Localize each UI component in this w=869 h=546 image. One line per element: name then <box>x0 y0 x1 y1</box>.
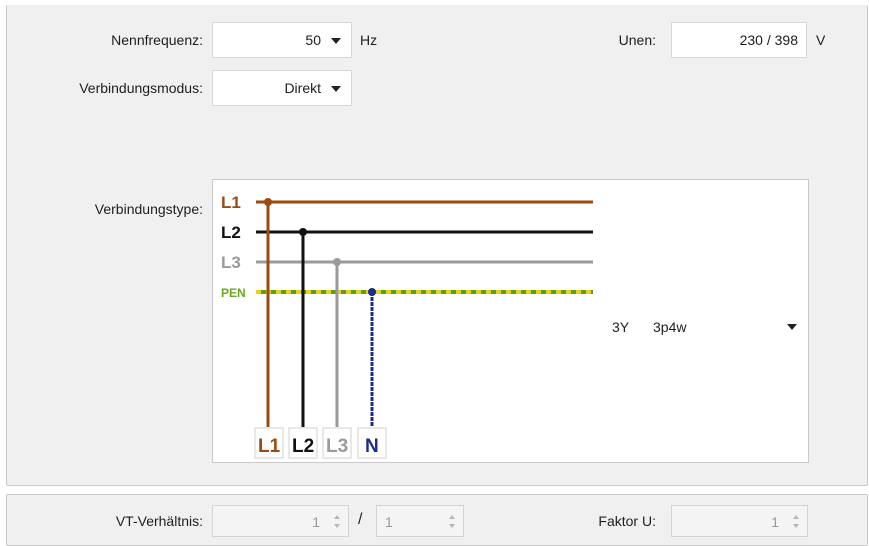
wire-label-l1: L1 <box>221 193 241 212</box>
spin-down-icon[interactable] <box>334 524 340 528</box>
unen-label: Unen: <box>618 32 656 48</box>
wire-label-l2: L2 <box>221 223 241 242</box>
vt-primary-value: 1 <box>312 514 320 530</box>
chevron-down-icon <box>331 38 341 44</box>
verbindungsmodus-select[interactable]: Direkt <box>212 70 352 106</box>
vt-secondary-spinner[interactable]: 1 <box>376 505 464 537</box>
unen-unit: V <box>816 32 826 48</box>
type-code: 3Y <box>612 319 630 335</box>
junction-l1 <box>264 198 272 206</box>
spin-down-icon[interactable] <box>449 524 455 528</box>
nennfrequenz-select[interactable]: 50 <box>212 22 352 58</box>
faktor-u-value: 1 <box>771 514 779 530</box>
faktor-u-label: Faktor U: <box>598 513 656 529</box>
verbindungstype-label: Verbindungstype: <box>94 201 203 217</box>
wiring-diagram: L1 L2 L3 PEN L1 L2 L3 N <box>221 193 593 459</box>
nennfrequenz-value: 50 <box>305 32 321 48</box>
junction-n <box>368 288 376 296</box>
vt-primary-spinner[interactable]: 1 <box>212 505 349 537</box>
verbindungsmodus-value: Direkt <box>284 80 321 96</box>
junction-l3 <box>333 258 341 266</box>
type-name: 3p4w <box>653 319 687 335</box>
verbindungsmodus-label: Verbindungsmodus: <box>79 80 203 96</box>
verbindungstype-select[interactable]: L1 L2 L3 PEN L1 L2 L3 N 3Y 3p4w <box>212 179 809 463</box>
terminal-label-l2: L2 <box>292 436 314 457</box>
junction-l2 <box>299 228 307 236</box>
nennfrequenz-label: Nennfrequenz: <box>111 32 203 48</box>
spin-up-icon[interactable] <box>449 515 455 519</box>
chevron-down-icon <box>331 86 341 92</box>
terminal-label-l1: L1 <box>258 436 281 457</box>
unen-field[interactable]: 230 / 398 <box>671 22 807 58</box>
wire-label-pen: PEN <box>221 286 246 300</box>
faktor-u-spinner[interactable]: 1 <box>671 505 808 537</box>
nennfrequenz-unit: Hz <box>360 32 378 48</box>
spin-up-icon[interactable] <box>793 515 799 519</box>
wire-label-l3: L3 <box>221 253 241 272</box>
chevron-down-icon <box>787 324 797 330</box>
spin-up-icon[interactable] <box>334 515 340 519</box>
vt-separator: / <box>358 511 363 528</box>
vt-secondary-value: 1 <box>385 514 393 530</box>
unen-value: 230 / 398 <box>739 32 798 48</box>
vt-ratio-label: VT-Verhältnis: <box>115 513 203 529</box>
spin-down-icon[interactable] <box>793 524 799 528</box>
terminal-label-n: N <box>365 436 379 457</box>
terminal-label-l3: L3 <box>326 436 348 457</box>
